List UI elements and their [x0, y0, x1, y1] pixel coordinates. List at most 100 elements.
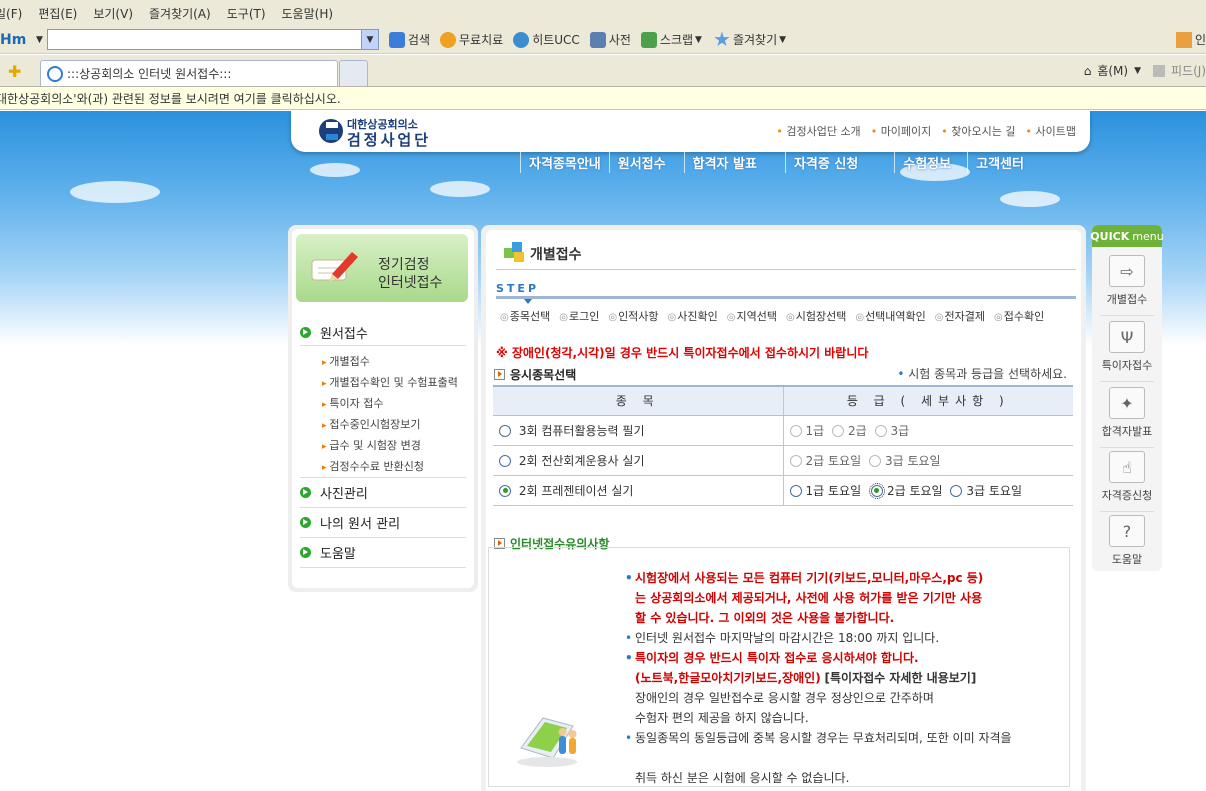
sub-item-individual[interactable]: 개별접수	[322, 353, 369, 369]
toolbar-free-treat-button[interactable]: 무료치료	[440, 31, 503, 48]
util-link-sitemap[interactable]: 사이트맵	[1026, 123, 1076, 139]
regular-exam-banner[interactable]: 정기검정 인터넷접수	[296, 234, 468, 302]
grade-cell: 1급 2급 3급	[782, 415, 1073, 446]
sub-item-change[interactable]: 급수 및 시험장 변경	[322, 437, 420, 453]
util-link-directions[interactable]: 찾아오시는 길	[941, 123, 1015, 139]
grade-radio[interactable]	[868, 454, 881, 467]
menu-tools[interactable]: 도구(T)	[219, 5, 274, 22]
menu-view[interactable]: 보기(V)	[85, 5, 141, 22]
sub-item-special[interactable]: 특이자 접수	[322, 395, 383, 411]
toolbar-scrap-label: 스크랩	[659, 33, 694, 47]
browser-infobar[interactable]: 대한상공회의소'와(과) 관련된 정보를 보시려면 여기를 클릭하십시오.	[0, 88, 1206, 110]
menu-help[interactable]: 도움말(H)	[274, 5, 342, 22]
laptop-people-icon	[517, 717, 577, 767]
toolbar-search-button[interactable]: 검색	[388, 31, 431, 48]
browser-toolbar: Hm ▼ ▼ 검색 무료치료 히트UCC 사전 스크랩 ▼ 즐겨찾기 ▼ 인	[0, 26, 1206, 54]
rss-feed-icon[interactable]	[1153, 64, 1166, 77]
util-link-about[interactable]: 검정사업단 소개	[776, 123, 860, 139]
toolbar-logo[interactable]: Hm	[0, 30, 34, 50]
grade-radio[interactable]	[832, 424, 845, 437]
divider	[496, 269, 1076, 270]
sub-item-confirm-print[interactable]: 개별접수확인 및 수험표출력	[322, 374, 457, 390]
main-content: 개별접수 STEP 종목선택 로그인 인적사항 사진확인 지역선택 시험장선택 …	[481, 225, 1086, 791]
chevron-down-icon[interactable]: ▼	[360, 30, 378, 49]
section-title-subject: 응시종목선택	[494, 366, 576, 383]
arrow-box-icon	[494, 369, 505, 380]
subject-radio[interactable]	[499, 424, 511, 437]
sub-item-exam-sites[interactable]: 접수중인시험장보기	[322, 416, 420, 432]
grade-radio[interactable]	[789, 454, 802, 467]
step-item: 전자결제	[935, 308, 985, 324]
gnb-item-qualifications[interactable]: 자격종목안내	[520, 152, 609, 173]
toolbar-right-button[interactable]: 인	[1175, 31, 1206, 48]
grade-radio[interactable]	[789, 484, 802, 497]
notice-item: 시험장에서 사용되는 모든 컴퓨터 기기(키보드,모니터,마우스,pc 등)	[625, 568, 1055, 588]
menu-edit[interactable]: 편집(E)	[30, 5, 85, 22]
toolbar-search-input[interactable]: ▼	[46, 29, 379, 50]
subject-cell[interactable]: 3회 컴퓨터활용능력 필기	[493, 415, 783, 446]
quick-item-certificate[interactable]: ☝ 자격증신청	[1092, 451, 1162, 503]
quick-item-help[interactable]: ? 도움말	[1092, 515, 1162, 567]
divider	[300, 345, 466, 346]
divider	[300, 507, 466, 508]
grade-radio[interactable]	[950, 484, 963, 497]
notice-list: 시험장에서 사용되는 모든 컴퓨터 기기(키보드,모니터,마우스,pc 등) 는…	[625, 568, 1055, 788]
step-item: 선택내역확인	[855, 308, 926, 324]
gnb-item-results[interactable]: 합격자 발표	[683, 152, 785, 173]
toolbar-scrap-button[interactable]: 스크랩 ▼	[640, 31, 704, 48]
toolbar-dictionary-button[interactable]: 사전	[589, 31, 631, 48]
util-link-mypage[interactable]: 마이페이지	[871, 123, 932, 139]
home-button[interactable]: 홈(M)	[1097, 62, 1128, 79]
notice-item-cont: 수험자 편의 제공을 하지 않습니다.	[635, 711, 809, 725]
gnb-item-support[interactable]: 고객센터	[967, 152, 1032, 173]
sidebar-item-help[interactable]: 도움말	[300, 543, 356, 562]
quick-item-results[interactable]: ✦ 합격자발표	[1092, 387, 1162, 439]
grade-label: 3급 토요일	[966, 483, 1023, 498]
gnb-item-application[interactable]: 원서접수	[608, 152, 684, 173]
menu-file[interactable]: 일(F)	[0, 5, 30, 22]
toolbar-favorites-button[interactable]: 즐겨찾기 ▼	[714, 31, 788, 48]
sidebar-item-my-applications[interactable]: 나의 원서 관리	[300, 513, 400, 532]
grade-label: 1급	[805, 423, 825, 438]
new-tab-button[interactable]	[339, 60, 368, 86]
feed-button[interactable]: 피드(J)	[1171, 62, 1206, 79]
infobar-text: 대한상공회의소'와(과) 관련된 정보를 보시려면 여기를 클릭하십시오.	[0, 92, 341, 106]
menu-favorites[interactable]: 즐겨찾기(A)	[141, 5, 219, 22]
quick-item-special[interactable]: Ψ 특이자접수	[1092, 321, 1162, 373]
tab-active[interactable]: :::상공회의소 인터넷 원서접수:::	[40, 60, 338, 86]
special-detail-link[interactable]: [특이자접수 자세한 내용보기]	[825, 671, 977, 685]
arrow-circle-icon	[300, 517, 311, 528]
sub-item-refund[interactable]: 검정수수료 반환신청	[322, 458, 424, 474]
quick-item-individual[interactable]: ⇨ 개별접수	[1092, 255, 1162, 307]
notice-item-cont: 취득 하신 분은 시험에 응시할 수 없습니다.	[635, 771, 850, 785]
toolbar-hitucc-button[interactable]: 히트UCC	[513, 31, 580, 48]
home-icon[interactable]: ⌂	[1084, 64, 1092, 78]
toolbar-search-label: 검색	[407, 33, 431, 47]
pencil-icon	[311, 252, 358, 281]
quick-menu-header: QUICK menu	[1090, 225, 1164, 247]
quick-menu-subtitle: menu	[1132, 229, 1164, 243]
chevron-down-icon[interactable]: ▼	[1134, 66, 1141, 76]
left-sidebar-inner: 정기검정 인터넷접수 원서접수 개별접수 개별접수확인 및 수험표출력 특이자 …	[292, 229, 474, 588]
table-row: 3회 컴퓨터활용능력 필기 1급 2급 3급	[493, 415, 1073, 446]
sidebar-item-application[interactable]: 원서접수	[300, 323, 368, 342]
grade-radio-selected[interactable]	[868, 482, 885, 499]
step-progress-bar	[496, 296, 1076, 299]
banner-line1: 정기검정	[378, 257, 430, 273]
grade-label: 3급 토요일	[884, 453, 941, 468]
sidebar-item-label: 원서접수	[320, 327, 368, 342]
grade-label: 2급 토요일	[805, 453, 862, 468]
toolbar-dictionary-label: 사전	[608, 33, 631, 47]
grade-radio[interactable]	[789, 424, 802, 437]
logo-bottom-text[interactable]: 검정사업단	[347, 129, 431, 150]
subject-radio-selected[interactable]	[499, 484, 511, 497]
subject-radio[interactable]	[499, 454, 511, 467]
gnb-item-certificate[interactable]: 자격증 신청	[784, 152, 894, 173]
add-favorite-star-icon[interactable]: ✚	[8, 62, 21, 81]
subject-cell[interactable]: 2회 프레젠테이션 실기	[493, 475, 783, 506]
grade-radio[interactable]	[874, 424, 887, 437]
toolbar-logo-dropdown-icon[interactable]: ▼	[36, 35, 43, 45]
sidebar-item-photo[interactable]: 사진관리	[300, 483, 368, 502]
subject-cell[interactable]: 2회 전산회계운용사 실기	[493, 445, 783, 476]
gnb-item-exam-info[interactable]: 수험정보	[894, 152, 967, 173]
